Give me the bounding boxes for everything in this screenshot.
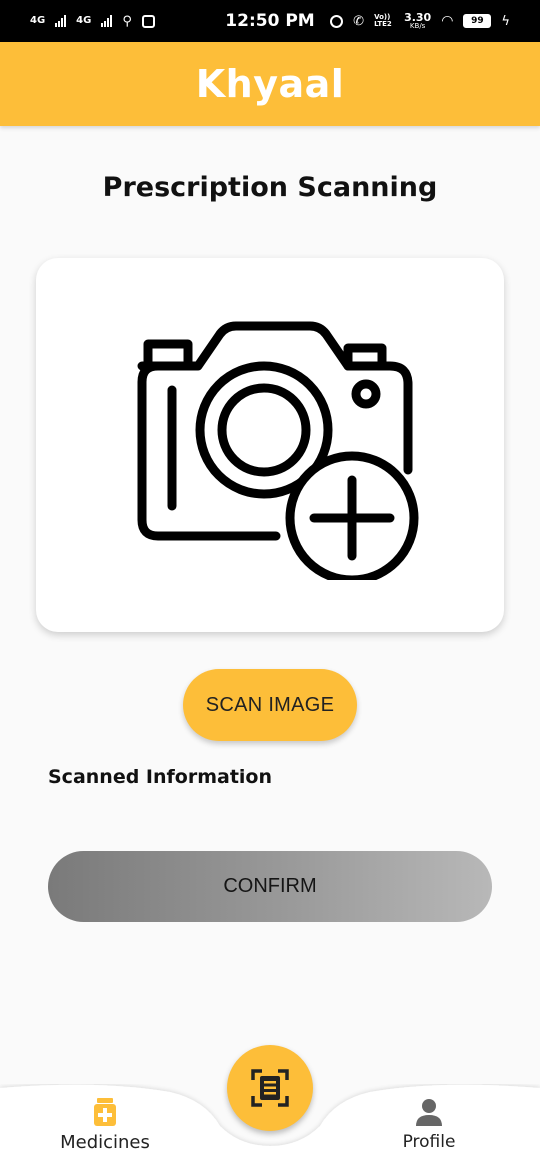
nav-item-profile[interactable]: Profile	[384, 1098, 474, 1152]
app-bar: Khyaal	[0, 42, 540, 126]
medicine-bottle-icon	[94, 1098, 116, 1126]
signal-icon-2	[101, 15, 113, 27]
wifi-icon: ◠	[441, 13, 454, 29]
status-bar-left: 4G 4G ⚲	[30, 14, 155, 29]
camera-add-icon	[137, 321, 419, 580]
app-title: Khyaal	[195, 62, 345, 106]
charging-icon: ϟ	[501, 13, 510, 29]
network-speed: 3.30 KB/s	[404, 11, 432, 30]
confirm-button[interactable]: CONFIRM	[48, 851, 492, 922]
usb-icon: ⚲	[122, 13, 132, 29]
person-icon	[416, 1099, 442, 1126]
nav-item-medicines[interactable]: Medicines	[50, 1098, 160, 1153]
network-type-2: 4G	[76, 15, 92, 26]
network-type-1: 4G	[30, 15, 46, 26]
nav-label-profile: Profile	[402, 1132, 456, 1152]
signal-icon	[55, 15, 67, 27]
nav-label-medicines: Medicines	[60, 1132, 150, 1153]
scan-document-icon	[251, 1069, 289, 1107]
scan-image-button[interactable]: SCAN IMAGE	[183, 669, 357, 741]
scanned-information-label: Scanned Information	[48, 766, 273, 788]
status-bar-right: ✆ Vo)) LTE2 3.30 KB/s ◠ 99 ϟ	[330, 12, 510, 30]
battery-icon: 99	[463, 14, 492, 28]
wifi-calling-icon: ✆	[353, 13, 365, 29]
image-preview-card[interactable]	[36, 258, 504, 632]
alarm-icon	[330, 14, 344, 28]
page-title: Prescription Scanning	[102, 172, 438, 203]
volte-badge: Vo)) LTE2	[374, 13, 392, 28]
status-bar: 4G 4G ⚲ 12:50 PM ✆ Vo)) LTE2 3.30 KB/s ◠…	[0, 0, 540, 42]
scan-fab-button[interactable]	[227, 1045, 313, 1131]
instagram-icon	[141, 14, 155, 28]
